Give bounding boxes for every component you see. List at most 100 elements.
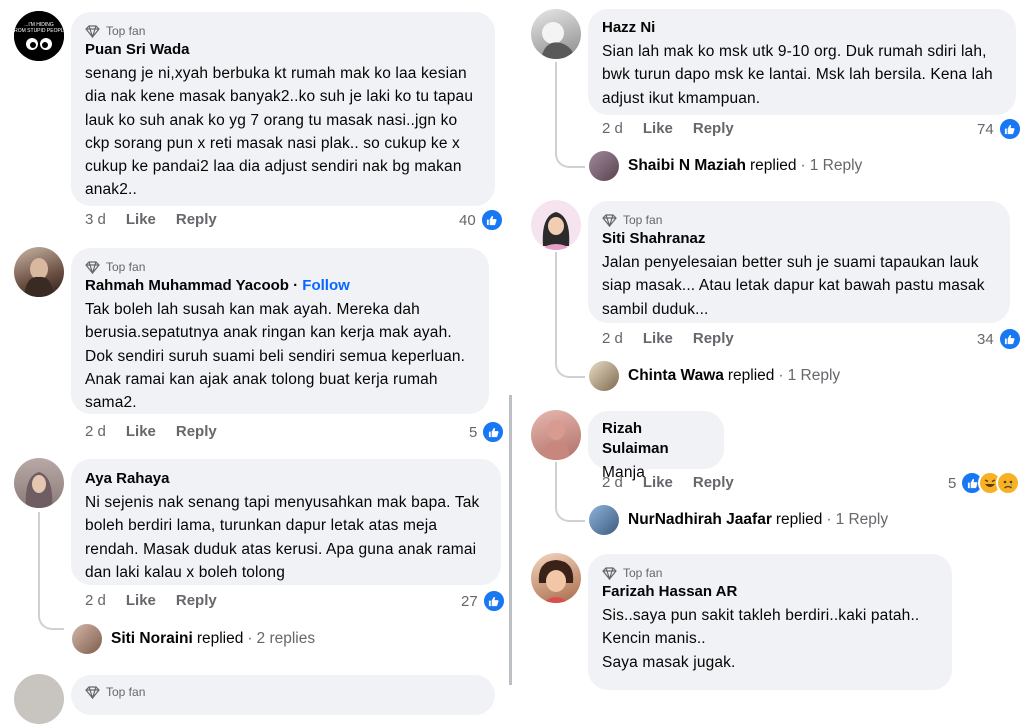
comment-text: Jalan penyelesaian better suh je suami t… [602,254,985,318]
reply-author: Shaibi N Maziah [628,157,746,174]
avatar[interactable]: ...I'M HIDING FROM STUPID PEOPLE [14,11,64,61]
avatar [72,624,102,654]
reply-button[interactable]: Reply [693,120,734,137]
like-reaction-icon [479,208,504,232]
thread-line [555,62,585,168]
badge-label: Top fan [106,24,146,38]
avatar[interactable] [14,674,64,724]
reply-count: 1 Reply [787,367,841,384]
badge-label: Top fan [106,685,146,699]
like-reaction-icon [997,117,1022,141]
avatar [589,505,619,535]
comment-text: Tak boleh lah susah kan mak ayah. Mereka… [85,301,466,412]
avatar[interactable] [531,9,581,59]
diamond-icon [85,24,100,38]
like-button[interactable]: Like [643,474,673,491]
view-replies-link[interactable]: NurNadhirah Jaafar replied · 1 Reply [589,505,888,535]
comment-actions: 2 d Like Reply [602,120,754,137]
top-fan-badge: Top fan [85,22,481,40]
avatar[interactable] [531,200,581,250]
reaction-count[interactable]: 27 [461,589,506,613]
reply-button[interactable]: Reply [176,211,217,228]
diamond-icon [85,260,100,274]
reply-button[interactable]: Reply [693,474,734,491]
timestamp[interactable]: 2 d [85,423,106,440]
follow-button[interactable]: Follow [302,277,350,294]
avatar[interactable] [14,458,64,508]
timestamp[interactable]: 2 d [85,592,106,609]
comment-actions: 2 d Like Reply [85,423,237,440]
comment-bubble: Top fan Siti Shahranaz Jalan penyelesaia… [588,201,1010,323]
reaction-count[interactable]: 74 [977,117,1022,141]
timestamp[interactable]: 2 d [602,120,623,137]
reply-count: 1 Reply [809,157,863,174]
like-button[interactable]: Like [643,330,673,347]
comment-author[interactable]: Hazz Ni [602,18,1002,38]
diamond-icon [85,685,100,699]
comment-bubble: Aya Rahaya Ni sejenis nak senang tapi me… [71,459,501,585]
separator-dot: · [778,367,784,384]
avatar[interactable] [531,553,581,603]
comment-bubble: Top fan [71,675,495,715]
view-replies-link[interactable]: Siti Noraini replied · 2 replies [72,624,315,654]
reply-count: 2 replies [256,630,316,647]
timestamp[interactable]: 3 d [85,211,106,228]
comment-actions: 2 d Like Reply [602,330,754,347]
diamond-icon [602,213,617,227]
diamond-icon [602,566,617,580]
separator-dot: · [293,277,299,294]
badge-label: Top fan [106,260,146,274]
badge-label: Top fan [623,566,663,580]
reply-verb: replied [775,511,823,528]
top-fan-badge: Top fan [602,564,938,582]
like-button[interactable]: Like [126,211,156,228]
comment-author[interactable]: Farizah Hassan AR [602,582,938,602]
comment-text: Sian lah mak ko msk utk 9-10 org. Duk ru… [602,43,993,107]
reaction-count[interactable]: 5 [948,471,1021,495]
scrollbar[interactable] [509,395,512,685]
like-button[interactable]: Like [643,120,673,137]
reply-author: Siti Noraini [111,630,193,647]
reply-author: Chinta Wawa [628,367,724,384]
comment-actions: 2 d Like Reply [602,474,754,491]
top-fan-badge: Top fan [602,211,996,229]
thread-line [555,462,585,522]
avatar [589,361,619,391]
like-button[interactable]: Like [126,423,156,440]
view-replies-link[interactable]: Shaibi N Maziah replied · 1 Reply [589,151,862,181]
comment-bubble: Hazz Ni Sian lah mak ko msk utk 9-10 org… [588,9,1016,115]
reply-button[interactable]: Reply [176,592,217,609]
timestamp[interactable]: 2 d [602,474,623,491]
sad-reaction-icon [996,471,1021,495]
separator-dot: · [247,630,253,647]
comment-text: Ni sejenis nak senang tapi menyusahkan m… [85,494,480,581]
avatar [589,151,619,181]
reaction-count[interactable]: 5 [469,420,506,444]
reaction-count[interactable]: 34 [977,327,1022,351]
reply-button[interactable]: Reply [693,330,734,347]
top-fan-badge: Top fan [85,683,481,701]
badge-label: Top fan [623,213,663,227]
comment-author[interactable]: Puan Sri Wada [85,40,481,60]
avatar[interactable] [531,410,581,460]
separator-dot: · [800,157,806,174]
reply-button[interactable]: Reply [176,423,217,440]
reaction-count[interactable]: 40 [459,208,504,232]
comment-author[interactable]: Rizah Sulaiman [602,419,710,459]
top-fan-badge: Top fan [85,258,475,276]
comment-author[interactable]: Rahmah Muhammad Yacoob [85,277,289,294]
reply-author: NurNadhirah Jaafar [628,511,772,528]
view-replies-link[interactable]: Chinta Wawa replied · 1 Reply [589,361,840,391]
like-button[interactable]: Like [126,592,156,609]
comment-author[interactable]: Aya Rahaya [85,469,487,489]
avatar[interactable] [14,247,64,297]
reply-count: 1 Reply [835,511,889,528]
comment-text: senang je ni,xyah berbuka kt rumah mak k… [85,65,474,199]
comment-actions: 3 d Like Reply [85,211,237,228]
comment-bubble: Rizah Sulaiman Manja [588,411,724,481]
comment-actions: 2 d Like Reply [85,592,237,609]
comment-text: Sis..saya pun sakit takleh berdiri..kaki… [602,607,920,671]
timestamp[interactable]: 2 d [602,330,623,347]
comment-author[interactable]: Siti Shahranaz [602,229,996,249]
reply-verb: replied [196,630,244,647]
